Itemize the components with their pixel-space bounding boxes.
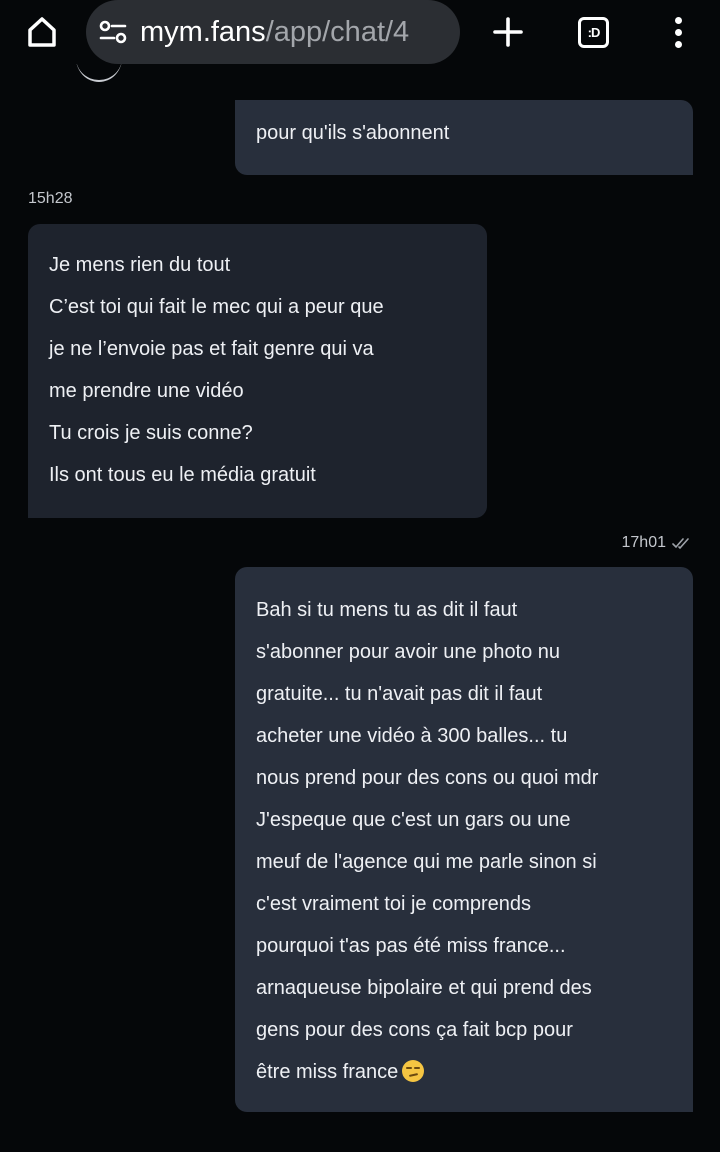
message-line: gens pour des cons ça fait bcp pour [256, 1019, 573, 1041]
message-line: Ils ont tous eu le média gratuit [49, 464, 316, 486]
chat-thread[interactable]: pour qu'ils s'abonnent 15h28 Je mens rie… [0, 64, 720, 1152]
url-path: /app/chat/4 [265, 15, 410, 48]
message-line: gratuite... tu n'avait pas dit il faut [256, 683, 543, 705]
home-button[interactable] [22, 12, 62, 52]
message-line: arnaqueuse bipolaire et qui prend des [256, 977, 592, 999]
message-line: meuf de l'agence qui me parle sinon si [256, 851, 597, 873]
message-line: me prendre une vidéo [49, 380, 244, 402]
menu-dot [674, 40, 682, 48]
browser-toolbar: mym.fans/app/chat/4 :D [0, 0, 720, 64]
url-host: mym.fans [140, 15, 266, 48]
menu-dot [674, 28, 682, 36]
tab-switcher-button[interactable]: :D [578, 17, 609, 48]
message-text: être miss france [256, 1061, 399, 1083]
message-line: s'abonner pour avoir une photo nu [256, 641, 561, 663]
message-line: J'espeque que c'est un gars ou une [256, 809, 571, 831]
address-bar[interactable]: mym.fans/app/chat/4 [86, 0, 460, 64]
message-line: pour qu'ils s'abonnent [256, 122, 450, 144]
avatar [76, 64, 122, 82]
home-icon [28, 17, 56, 47]
message-line-last: être miss france [256, 1051, 672, 1093]
message-line: je ne l’envoie pas et fait genre qui va [49, 338, 374, 360]
new-tab-button[interactable] [488, 12, 528, 52]
message-line: acheter une vidéo à 300 balles... tu [256, 725, 568, 747]
message-line: nous prend pour des cons ou quoi mdr [256, 767, 599, 789]
more-menu-button[interactable] [664, 12, 692, 52]
message-line: pourquoi t'as pas été miss france... [256, 935, 566, 957]
message-line: Tu crois je suis conne? [49, 422, 253, 444]
site-settings-icon[interactable] [98, 17, 128, 47]
message-bubble-outgoing: pour qu'ils s'abonnent [235, 100, 693, 175]
message-bubble-outgoing: Bah si tu mens tu as dit il faut s'abonn… [235, 567, 693, 1112]
message-line: Je mens rien du tout [49, 254, 231, 276]
menu-dot [674, 16, 682, 24]
message-line: C’est toi qui fait le mec qui a peur que [49, 296, 384, 318]
message-line: Bah si tu mens tu as dit il faut [256, 599, 518, 621]
url-text[interactable]: mym.fans/app/chat/4 [140, 16, 450, 49]
message-timestamp: 15h28 [28, 190, 73, 207]
message-timestamp: 17h01 [621, 534, 667, 551]
double-check-icon [672, 538, 689, 550]
message-line: c'est vraiment toi je comprends [256, 893, 532, 915]
message-bubble-incoming: Je mens rien du tout C’est toi qui fait … [28, 224, 487, 518]
smirking-face-emoji-icon [402, 1060, 425, 1082]
plus-icon [493, 17, 523, 47]
